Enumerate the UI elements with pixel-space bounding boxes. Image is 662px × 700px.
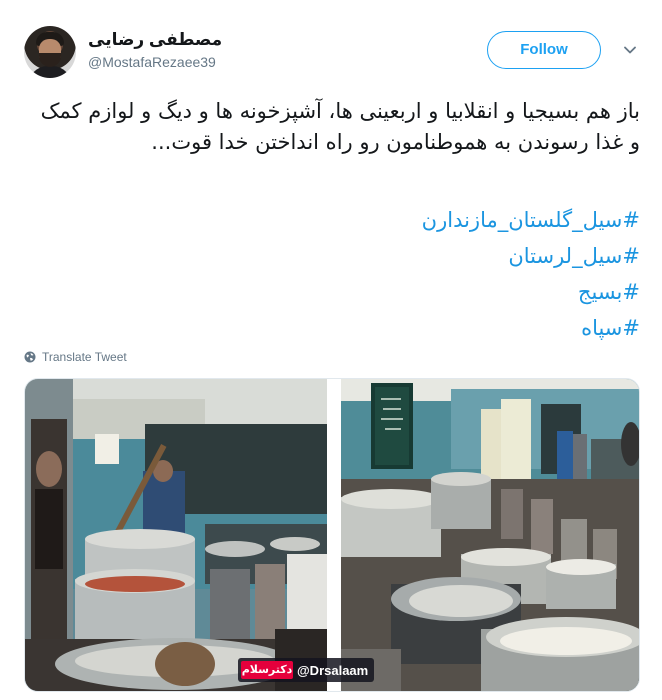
photo-kitchen-right[interactable]	[341, 379, 639, 691]
watermark: دکترسلام @Drsalaam	[238, 658, 375, 682]
photo-kitchen-left[interactable]	[25, 379, 327, 691]
translate-label: Translate Tweet	[42, 350, 127, 364]
user-handle[interactable]: @MostafaRezaee39	[88, 54, 216, 70]
media-grid[interactable]	[24, 378, 640, 692]
hashtag-link[interactable]: #سیل_لرستان	[24, 238, 640, 274]
tweet-text: باز هم بسیجیا و انقلابیا و اربعینی ها، آ…	[40, 99, 640, 154]
translate-tweet-link[interactable]: Translate Tweet	[24, 350, 127, 364]
watermark-handle: @Drsalaam	[297, 662, 369, 678]
hashtag-link[interactable]: #سپاه	[24, 310, 640, 346]
avatar[interactable]	[24, 26, 76, 78]
globe-icon	[24, 351, 36, 363]
photo-gap	[327, 379, 341, 691]
follow-button[interactable]: Follow	[487, 31, 601, 69]
hashtag-link[interactable]: #بسیج	[24, 274, 640, 310]
chevron-down-icon[interactable]	[622, 42, 638, 58]
hashtag-list: #سیل_گلستان_مازندارن #سیل_لرستان #بسیج #…	[24, 202, 640, 346]
display-name[interactable]: مصطفی رضایی	[88, 30, 222, 50]
hashtag-link[interactable]: #سیل_گلستان_مازندارن	[24, 202, 640, 238]
tweet-card: مصطفی رضایی @MostafaRezaee39 Follow باز …	[0, 0, 662, 700]
watermark-logo: دکترسلام	[241, 661, 293, 679]
